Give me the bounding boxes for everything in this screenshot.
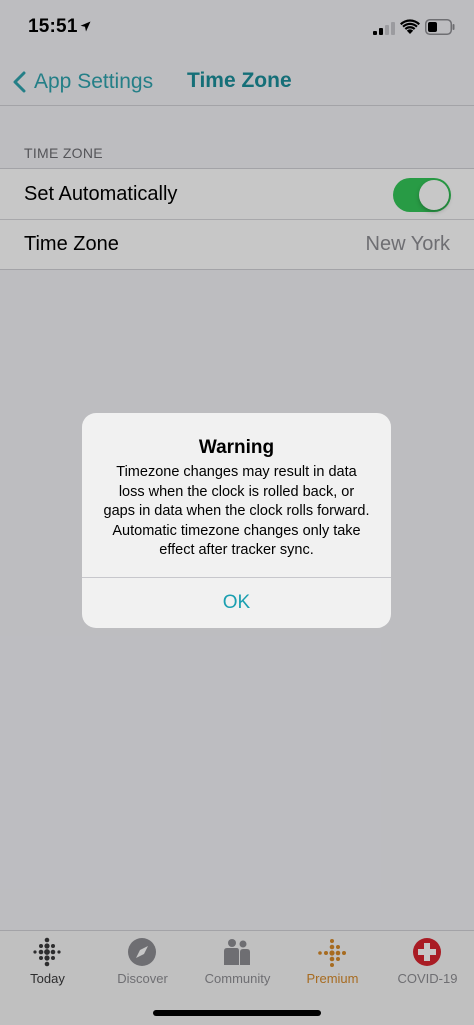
ok-button[interactable]: OK: [82, 578, 391, 628]
alert-message: Timezone changes may result in data loss…: [103, 464, 370, 558]
warning-alert: Warning Timezone changes may result in d…: [82, 413, 391, 628]
alert-title: Warning: [198, 437, 275, 458]
